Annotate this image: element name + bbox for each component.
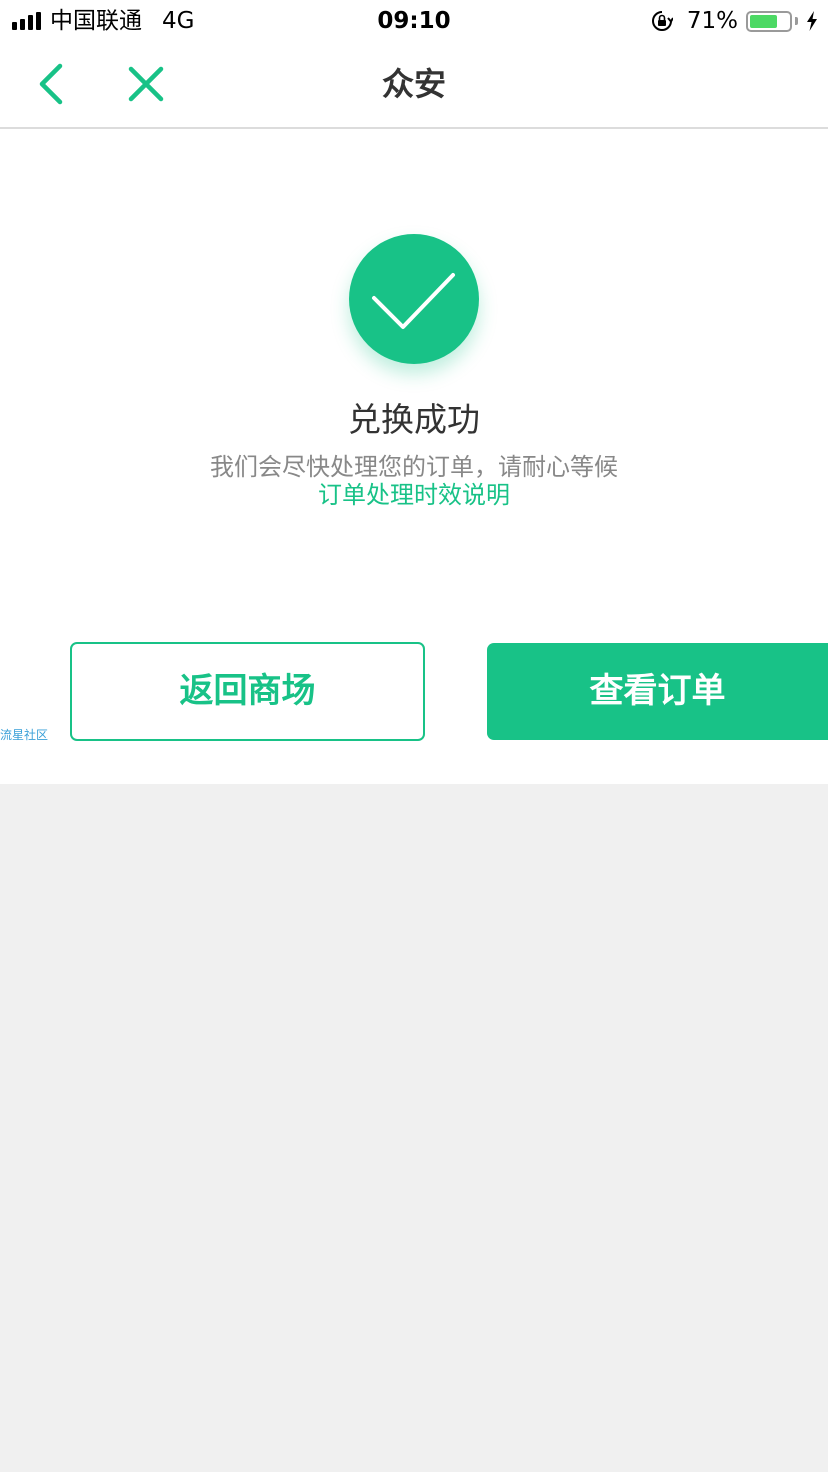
battery-icon xyxy=(746,10,792,32)
checkmark-icon xyxy=(372,273,455,329)
battery-cap xyxy=(795,17,798,25)
status-bar: 中国联通 4G 09:10 71% xyxy=(0,0,828,42)
check-circle-icon xyxy=(349,234,479,364)
battery-fill xyxy=(750,14,777,28)
result-title: 兑换成功 xyxy=(348,400,480,439)
result-panel: 兑换成功 我们会尽快处理您的订单，请耐心等候 订单处理时效说明 返回商场 查看订… xyxy=(0,129,828,784)
view-order-button[interactable]: 查看订单 xyxy=(487,643,828,740)
nav-bar: 众安 xyxy=(0,42,828,129)
charging-bolt-icon xyxy=(807,11,817,31)
back-to-mall-button[interactable]: 返回商场 xyxy=(70,642,425,741)
watermark: 流星社区 xyxy=(0,728,49,742)
screen: 中国联通 4G 09:10 71% 众安 兑换成功 我们会尽快处理您的订单，请耐… xyxy=(0,0,828,1472)
processing-time-link[interactable]: 订单处理时效说明 xyxy=(0,479,828,511)
battery-percent: 71% xyxy=(686,8,738,34)
page-title: 众安 xyxy=(381,65,446,103)
rotation-lock-icon xyxy=(651,11,673,31)
status-bar-right: 71% xyxy=(651,6,818,36)
